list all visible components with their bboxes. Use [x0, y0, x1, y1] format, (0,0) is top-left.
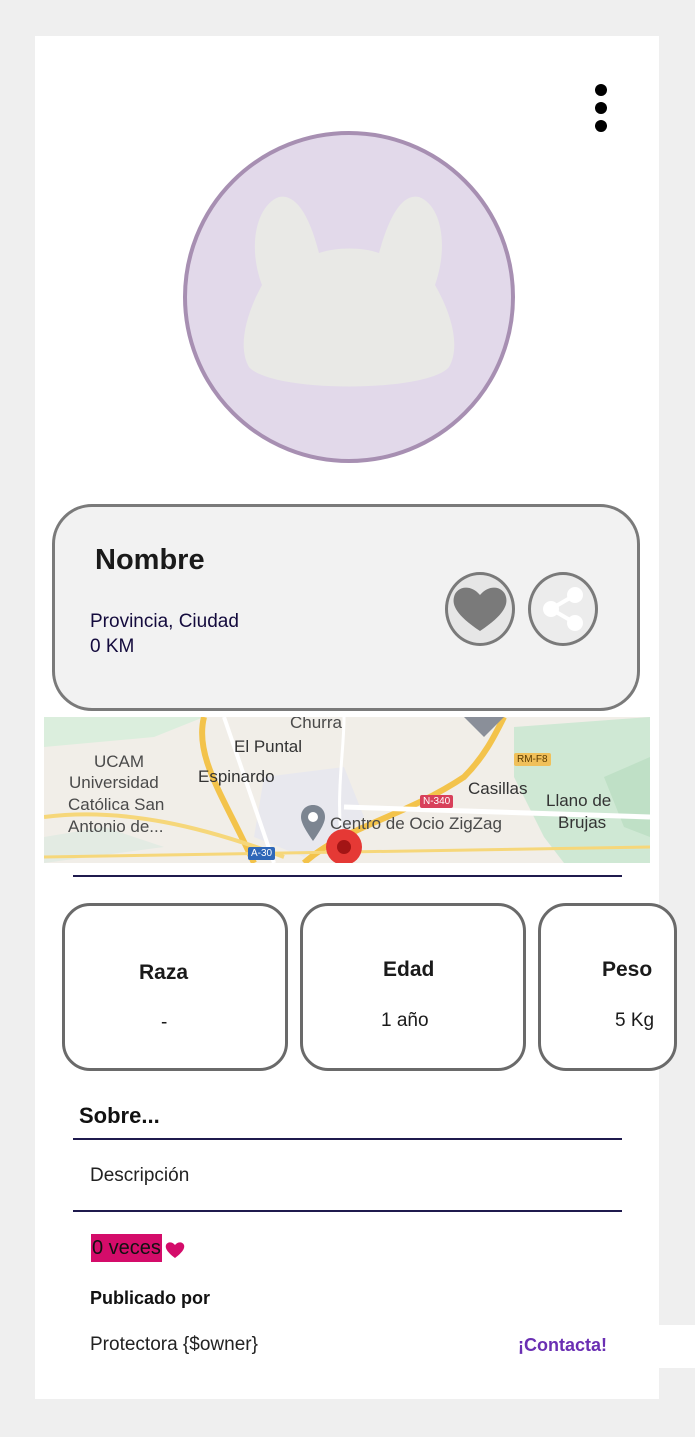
map-label-universidad: Universidad — [69, 773, 159, 792]
favorite-button[interactable] — [445, 572, 515, 646]
map-label-el-puntal: El Puntal — [234, 737, 303, 756]
location-pin-icon — [326, 829, 362, 863]
heart-icon — [453, 587, 507, 631]
pet-name: Nombre — [95, 544, 205, 576]
pet-distance: 0 KM — [90, 636, 135, 657]
map-label-brujas: Brujas — [558, 813, 607, 832]
pet-avatar — [183, 131, 515, 463]
stat-label-breed: Raza — [139, 961, 189, 984]
stat-card-age: Edad 1 año — [300, 903, 526, 1071]
stat-value-breed: - — [161, 1012, 168, 1033]
owner-name: Protectora {$owner} — [90, 1334, 258, 1355]
road-badge-n340: N-340 — [420, 795, 454, 808]
pet-location: Provincia, Ciudad — [90, 611, 239, 632]
likes-text: 0 veces — [91, 1234, 162, 1262]
heart-icon — [165, 1242, 185, 1258]
location-map[interactable]: Churra El Puntal UCAM Universidad Católi… — [44, 717, 650, 863]
stat-label-weight: Peso — [602, 958, 653, 981]
map-label-antonio: Antonio de... — [68, 817, 164, 836]
pet-silhouette-icon — [243, 196, 455, 387]
stat-value-weight: 5 Kg — [615, 1010, 655, 1031]
map-label-casillas: Casillas — [468, 779, 528, 798]
road-badge-rm-f8: RM-F8 — [514, 753, 551, 766]
published-by-label: Publicado por — [90, 1288, 211, 1308]
divider-top — [73, 875, 622, 877]
stat-card-weight: Peso 5 Kg — [538, 903, 677, 1071]
divider-description — [73, 1210, 622, 1212]
about-title: Sobre... — [79, 1103, 160, 1128]
share-button[interactable] — [528, 572, 598, 646]
map-label-ucam: UCAM — [94, 752, 145, 771]
map-label-llano: Llano de — [546, 791, 612, 810]
more-options-icon[interactable] — [589, 82, 613, 134]
stat-label-age: Edad — [383, 958, 435, 981]
stat-card-breed: Raza - — [62, 903, 288, 1071]
divider-about — [73, 1138, 622, 1140]
map-label-espinardo: Espinardo — [198, 767, 275, 786]
map-label-churra: Churra — [290, 717, 342, 732]
bottom-edge-strip — [659, 1325, 695, 1368]
pet-description: Descripción — [90, 1165, 190, 1186]
stat-value-age: 1 año — [381, 1010, 429, 1031]
contact-link[interactable]: ¡Contacta! — [518, 1335, 607, 1356]
likes-counter: 0 veces — [91, 1234, 185, 1262]
road-badge-a30: A-30 — [248, 847, 276, 860]
share-icon — [543, 587, 583, 631]
map-label-catolica: Católica San — [68, 795, 165, 814]
